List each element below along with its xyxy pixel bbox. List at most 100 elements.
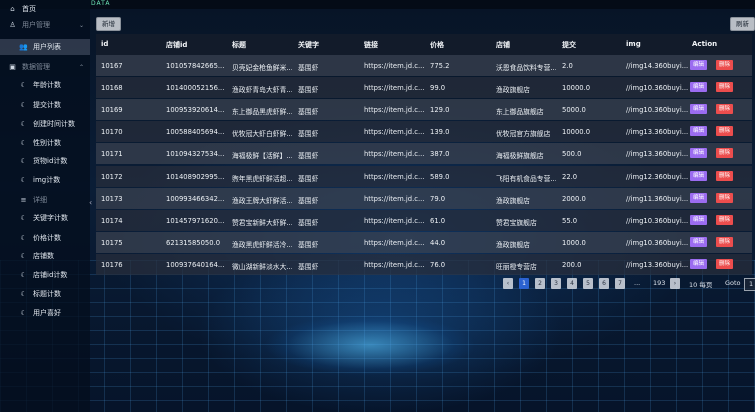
edit-button[interactable]: 编辑: [690, 170, 707, 181]
table-cell: https://item.jd.c...: [364, 238, 424, 247]
sidebar-item-label: img计数: [33, 176, 61, 184]
delete-button[interactable]: 删除: [716, 192, 733, 203]
table-cell: 10171: [101, 150, 123, 159]
column-header-4: 链接: [364, 41, 378, 49]
page-size-select[interactable]: 10 每页: [689, 279, 712, 289]
table-cell: 煦年黑虎虾鲜活超...: [232, 174, 292, 183]
page-button-4[interactable]: 4: [567, 278, 577, 289]
sidebar-item-label: 标题计数: [33, 290, 61, 298]
delete-button[interactable]: 删除: [716, 258, 733, 269]
moon-icon: ☾: [20, 139, 27, 147]
sidebar-item-label: 首页: [22, 5, 36, 13]
table-cell: 775.2: [430, 62, 450, 70]
table-cell: 129.0: [430, 106, 450, 115]
table-cell: 100953920614...: [166, 106, 225, 115]
sidebar-item-label: 价格计数: [33, 234, 61, 242]
sidebar-item-15[interactable]: ☾ 标题计数: [0, 286, 90, 302]
sidebar-item-16[interactable]: ☾ 用户喜好: [0, 305, 90, 321]
page-button-7[interactable]: 7: [615, 278, 625, 289]
delete-button[interactable]: 删除: [716, 126, 733, 137]
table-cell: //img10.360buyi...: [626, 216, 688, 225]
table-cell: 贝壳妃金枪鱼鲜米...: [232, 64, 292, 72]
next-page-button[interactable]: ›: [670, 278, 680, 289]
table-cell: //img10.360buyi...: [626, 106, 688, 115]
add-button[interactable]: 新增: [96, 17, 121, 31]
table-cell: //img10.360buyi...: [626, 84, 688, 93]
edit-button[interactable]: 编辑: [690, 192, 707, 203]
sidebar: ⌂ 首页 ♙ 用户管理 ⌄ 👥 用户列表 ▣ 数据管理 ⌃ ☾ 年龄计数 ☾ 提交计数 ☾ 创建时间计数 ☾ 性别…: [0, 0, 90, 412]
edit-button[interactable]: 编辑: [690, 104, 707, 115]
edit-button[interactable]: 编辑: [690, 258, 707, 269]
table-cell: 79.0: [430, 194, 446, 203]
table-cell: 5000.0: [562, 106, 586, 115]
sidebar-item-3[interactable]: ▣ 数据管理 ⌃: [0, 59, 90, 75]
table-cell: 渔政虾青岛大虾青...: [232, 86, 292, 95]
table-row: 10173 100993466342... 渔政王牌大虾鲜活... 基围虾 https:…: [96, 187, 752, 209]
table-cell: 101408902995...: [166, 172, 225, 181]
table-cell: 10175: [101, 238, 123, 247]
table-cell: 渔政黑虎虾鲜活冷...: [232, 240, 292, 249]
sidebar-item-2[interactable]: 👥 用户列表: [0, 39, 90, 55]
delete-button[interactable]: 删除: [716, 236, 733, 247]
sidebar-item-4[interactable]: ☾ 年龄计数: [0, 77, 90, 93]
table-cell: 1000.0: [562, 238, 586, 247]
edit-button[interactable]: 编辑: [690, 236, 707, 247]
sidebar-item-label: 提交计数: [33, 101, 61, 109]
sidebar-item-0[interactable]: ⌂ 首页: [0, 1, 90, 17]
sidebar-item-1[interactable]: ♙ 用户管理 ⌄: [0, 17, 90, 33]
edit-button[interactable]: 编辑: [690, 148, 707, 159]
sidebar-item-9[interactable]: ☾ img计数: [0, 172, 90, 188]
page-button-3[interactable]: 3: [551, 278, 561, 289]
page-button-1[interactable]: 1: [519, 278, 529, 289]
sidebar-item-label: 用户管理: [22, 21, 50, 29]
page-button-last[interactable]: 193: [653, 279, 665, 287]
edit-button[interactable]: 编辑: [690, 82, 707, 93]
sidebar-item-label: 年龄计数: [33, 81, 61, 89]
table-cell: 100937640164...: [166, 260, 225, 269]
sidebar-item-10[interactable]: ≡ 详细: [0, 192, 90, 208]
table-cell: 优牧冠大虾白虾鲜...: [232, 130, 292, 139]
sidebar-item-label: 货物id计数: [33, 157, 68, 165]
page-button-6[interactable]: 6: [599, 278, 609, 289]
edit-button[interactable]: 编辑: [690, 60, 707, 70]
table-cell: 10176: [101, 260, 123, 269]
delete-button[interactable]: 删除: [716, 170, 733, 181]
prev-page-button[interactable]: ‹: [503, 278, 513, 289]
table-cell: //img13.360buyi...: [626, 150, 688, 159]
sidebar-item-13[interactable]: ☾ 店铺数: [0, 248, 90, 264]
table-cell: https://item.jd.c...: [364, 260, 424, 269]
sidebar-item-6[interactable]: ☾ 创建时间计数: [0, 116, 90, 132]
table-cell: 139.0: [430, 128, 450, 137]
sidebar-item-7[interactable]: ☾ 性别计数: [0, 135, 90, 151]
edit-button[interactable]: 编辑: [690, 214, 707, 225]
table-cell: //img11.360buyi...: [626, 194, 688, 203]
delete-button[interactable]: 删除: [716, 148, 733, 159]
table-cell: 10168: [101, 84, 123, 93]
edit-button[interactable]: 编辑: [690, 126, 707, 137]
page-button-5[interactable]: 5: [583, 278, 593, 289]
sidebar-item-14[interactable]: ☾ 店铺id计数: [0, 267, 90, 283]
sidebar-item-11[interactable]: ☾ 关键字计数: [0, 210, 90, 226]
sidebar-item-5[interactable]: ☾ 提交计数: [0, 97, 90, 113]
table-cell: 101457971620...: [166, 216, 225, 225]
table-cell: 渔政旗舰店: [496, 86, 530, 95]
table-cell: 东上御品黑虎虾鲜...: [232, 108, 292, 117]
sidebar-item-label: 店铺数: [33, 252, 54, 260]
delete-button[interactable]: 删除: [716, 214, 733, 225]
table-row: 10174 101457971620... 赞君宝新鲜大虾鲜... 基围虾 https:…: [96, 209, 752, 231]
table-cell: 2000.0: [562, 194, 586, 203]
page-button-2[interactable]: 2: [535, 278, 545, 289]
delete-button[interactable]: 删除: [716, 82, 733, 93]
table-cell: 基围虾: [298, 86, 319, 95]
delete-button[interactable]: 删除: [716, 104, 733, 115]
collapse-sidebar-icon[interactable]: ‹: [89, 198, 95, 214]
table-row: 10168 101400052156... 渔政虾青岛大虾青... 基围虾 https:…: [96, 77, 752, 99]
table-cell: 赞君宝旗舰店: [496, 218, 537, 227]
sidebar-item-label: 用户列表: [33, 43, 61, 51]
sidebar-item-12[interactable]: ☾ 价格计数: [0, 230, 90, 246]
delete-button[interactable]: 删除: [716, 60, 733, 70]
sidebar-item-8[interactable]: ☾ 货物id计数: [0, 153, 90, 169]
column-header-2: 标题: [232, 41, 246, 49]
goto-input[interactable]: 1: [744, 278, 755, 291]
refresh-button[interactable]: 刷新: [730, 17, 755, 31]
